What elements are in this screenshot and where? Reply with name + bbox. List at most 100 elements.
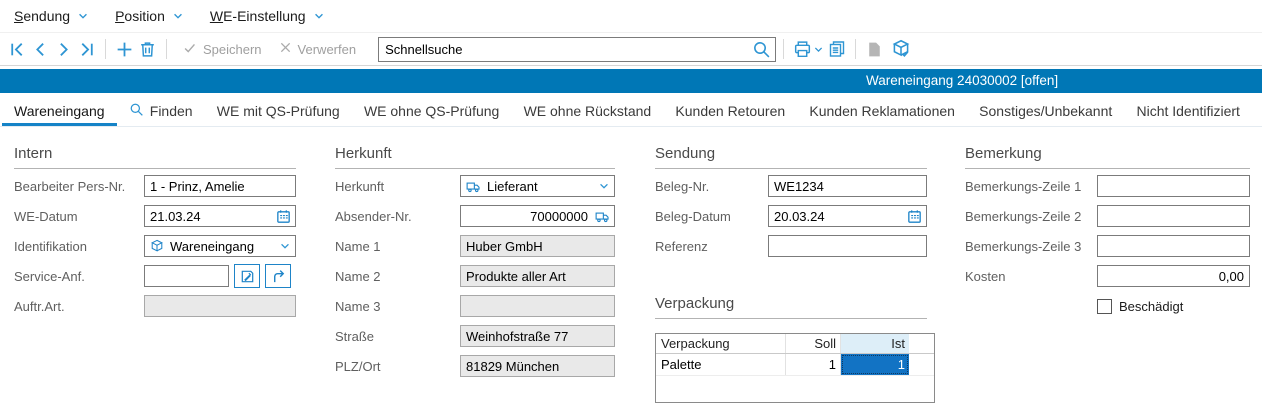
beleg-datum-input[interactable] [768,205,927,227]
calendar-icon[interactable] [275,208,292,230]
forward-arrow-button[interactable] [265,264,291,288]
tab-finden[interactable]: Finden [117,96,205,126]
nav-first-button[interactable] [6,36,29,62]
menu-label: Position [115,8,165,24]
truck-icon [465,178,482,195]
section-herkunft: Herkunft Herkunft Lieferant Absender-Nr. [335,140,615,385]
cell-verpackung[interactable]: Palette [656,354,786,375]
save-button[interactable]: Speichern [174,36,270,62]
field-beschaedigt: Beschädigt [1097,297,1250,315]
chevron-down-icon [598,180,610,192]
nav-prev-button[interactable] [29,36,52,62]
search-input[interactable] [378,37,776,62]
goods-receipt-post-button[interactable] [886,36,916,62]
section-title: Sendung [655,145,927,169]
truck-icon[interactable] [594,208,611,230]
section-title-verpackung: Verpackung [655,295,927,319]
cell-soll[interactable]: 1 [786,354,841,375]
referenz-input[interactable] [768,235,927,257]
nav-last-button[interactable] [75,36,98,62]
menu-sendung[interactable]: Sendung [14,8,89,24]
plz-ort-input [460,355,615,377]
toolbar-separator [855,39,856,59]
beschaedigt-label: Beschädigt [1119,299,1183,314]
col-header-verpackung[interactable]: Verpackung [656,334,786,353]
document-button[interactable] [863,36,886,62]
menu-position[interactable]: Position [115,8,184,24]
field-identifikation: Identifikation Wareneingang [14,235,296,257]
tab-sonstiges-unbekannt[interactable]: Sonstiges/Unbekannt [967,96,1124,126]
beleg-nr-input[interactable] [768,175,927,197]
bemerkung-zeile3-input[interactable] [1097,235,1250,257]
copy-button[interactable] [825,36,848,62]
table-empty-area [656,376,934,402]
search-icon[interactable] [752,40,771,64]
quick-search [378,37,776,62]
bemerkung-zeile2-input[interactable] [1097,205,1250,227]
section-title: Intern [14,145,296,169]
toolbar-separator [783,39,784,59]
field-name1: Name 1 [335,235,615,257]
menu-label: WE-Einstellung [210,8,306,24]
toolbar-separator [105,39,106,59]
bemerkung-zeile1-input[interactable] [1097,175,1250,197]
herkunft-select[interactable]: Lieferant [460,175,615,197]
field-kosten: Kosten [965,265,1250,287]
close-icon [278,40,293,58]
field-bemerkung-2: Bemerkungs-Zeile 2 [965,205,1250,227]
cell-ist-selected[interactable]: 1 [841,354,909,375]
field-service-anf: Service-Anf. [14,265,296,287]
field-name2: Name 2 [335,265,615,287]
col-header-soll[interactable]: Soll [786,334,841,353]
menu-we-einstellung[interactable]: WE-Einstellung [210,8,325,24]
field-bearbeiter: Bearbeiter Pers-Nr. [14,175,296,197]
absender-nr-input[interactable] [460,205,615,227]
chevron-down-icon [313,10,325,22]
col-header-ist[interactable]: Ist [841,334,909,353]
field-plz-ort: PLZ/Ort [335,355,615,377]
field-herkunft: Herkunft Lieferant [335,175,615,197]
tab-nicht-identifiziert[interactable]: Nicht Identifiziert [1124,96,1251,126]
chevron-down-icon [279,240,291,252]
tab-we-mit-qs-pruefung[interactable]: WE mit QS-Prüfung [205,96,352,126]
calendar-icon[interactable] [906,208,923,230]
tab-wareneingang[interactable]: Wareneingang [2,96,117,126]
print-button[interactable] [791,36,825,62]
tab-bar: Wareneingang Finden WE mit QS-Prüfung WE… [0,96,1262,127]
delete-button[interactable] [136,36,159,62]
tab-we-ohne-rueckstand[interactable]: WE ohne Rückstand [512,96,664,126]
field-name3: Name 3 [335,295,615,317]
strasse-input [460,325,615,347]
field-referenz: Referenz [655,235,927,257]
service-anf-input[interactable] [144,265,229,287]
toolbar: Speichern Verwerfen [0,33,1262,66]
auftr-art-input [144,295,296,317]
beschaedigt-checkbox[interactable] [1097,299,1112,314]
discard-button[interactable]: Verwerfen [270,36,365,62]
identifikation-select[interactable]: Wareneingang [144,235,296,257]
bearbeiter-input[interactable] [144,175,296,197]
check-icon [182,40,198,59]
tab-kunden-reklamationen[interactable]: Kunden Reklamationen [797,96,967,126]
name1-input [460,235,615,257]
table-header-row: Verpackung Soll Ist [656,334,934,354]
verpackung-table: Verpackung Soll Ist Palette 1 1 [655,333,935,403]
name3-input [460,295,615,317]
tab-kunden-retouren[interactable]: Kunden Retouren [663,96,797,126]
form-area: Intern Bearbeiter Pers-Nr. WE-Datum Iden… [0,140,1262,415]
chevron-down-icon [172,10,184,22]
add-button[interactable] [113,36,136,62]
tab-we-ohne-qs-pruefung[interactable]: WE ohne QS-Prüfung [352,96,511,126]
field-beleg-nr: Beleg-Nr. [655,175,927,197]
field-we-datum: WE-Datum [14,205,296,227]
field-bemerkung-3: Bemerkungs-Zeile 3 [965,235,1250,257]
field-beleg-datum: Beleg-Datum [655,205,927,227]
package-icon [149,238,165,254]
nav-next-button[interactable] [52,36,75,62]
record-title-bar: Wareneingang 24030002 [offen] [0,69,1262,93]
menu-bar: Sendung Position WE-Einstellung [0,0,1262,33]
we-datum-input[interactable] [144,205,296,227]
menu-label: Sendung [14,8,70,24]
kosten-input[interactable] [1097,265,1250,287]
service-request-button[interactable] [234,264,260,288]
